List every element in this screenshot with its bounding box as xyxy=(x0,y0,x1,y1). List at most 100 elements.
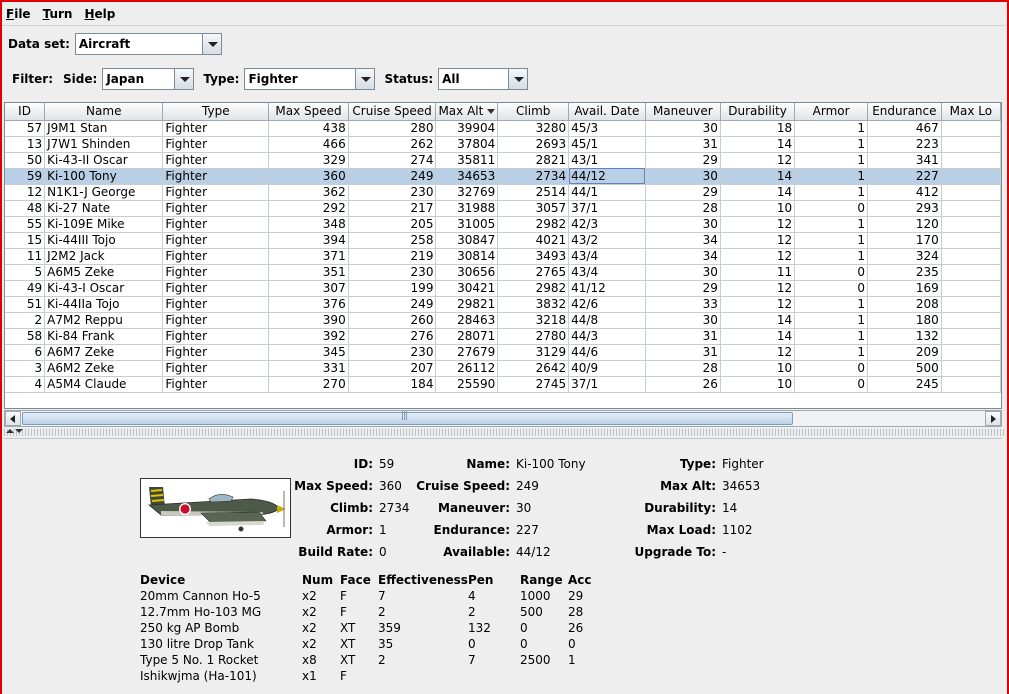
table-cell[interactable]: 3057 xyxy=(497,200,570,217)
table-cell[interactable] xyxy=(941,376,1001,393)
column-header-maneuver[interactable]: Maneuver xyxy=(645,103,721,121)
table-cell[interactable]: 30 xyxy=(645,120,721,137)
table-cell[interactable]: 29821 xyxy=(435,296,499,313)
table-cell[interactable]: 230 xyxy=(348,264,437,281)
table-cell[interactable]: 42/3 xyxy=(568,216,646,233)
table-cell[interactable]: 14 xyxy=(720,136,796,153)
table-cell[interactable]: 41/12 xyxy=(568,280,646,297)
column-header-type[interactable]: Type xyxy=(162,103,270,121)
table-cell[interactable]: 274 xyxy=(348,152,437,169)
table-cell[interactable]: 10 xyxy=(720,200,796,217)
table-cell[interactable]: 132 xyxy=(867,328,942,345)
table-cell[interactable]: Fighter xyxy=(162,344,270,361)
table-cell[interactable]: 249 xyxy=(348,296,437,313)
table-row[interactable]: 11 J2M2 Jack Fighter 371 219 30814 3493 43/4 34 1… xyxy=(5,248,1001,265)
table-cell[interactable] xyxy=(941,184,1001,201)
table-cell[interactable]: 1 xyxy=(794,328,869,345)
table-cell[interactable]: 1 xyxy=(794,120,869,137)
table-cell[interactable] xyxy=(941,232,1001,249)
table-cell[interactable]: 199 xyxy=(348,280,437,297)
table-cell[interactable] xyxy=(941,280,1001,297)
table-cell[interactable]: 44/3 xyxy=(568,328,646,345)
table-cell[interactable]: 209 xyxy=(867,344,942,361)
table-cell[interactable]: 34 xyxy=(645,232,721,249)
table-cell[interactable]: 169 xyxy=(867,280,942,297)
table-cell[interactable] xyxy=(941,296,1001,313)
table-cell[interactable]: 45/1 xyxy=(568,136,646,153)
table-cell[interactable]: Fighter xyxy=(162,200,270,217)
table-cell[interactable]: 390 xyxy=(268,312,349,329)
table-cell[interactable]: 30847 xyxy=(435,232,499,249)
scroll-right-icon[interactable] xyxy=(985,411,1001,426)
menu-help[interactable]: Help xyxy=(84,7,115,21)
status-combo[interactable]: All xyxy=(438,68,529,90)
table-cell[interactable]: Fighter xyxy=(162,232,270,249)
horizontal-scrollbar[interactable] xyxy=(4,410,1002,427)
split-divider[interactable] xyxy=(2,429,1005,436)
table-cell[interactable]: 467 xyxy=(867,120,942,137)
table-cell[interactable]: 26112 xyxy=(435,360,499,377)
table-cell[interactable]: 12 xyxy=(720,216,796,233)
table-cell[interactable]: 1 xyxy=(794,312,869,329)
table-cell[interactable]: 29 xyxy=(645,152,721,169)
table-cell[interactable]: 49 xyxy=(5,280,46,297)
table-cell[interactable]: 4 xyxy=(5,376,46,393)
table-row[interactable]: 58 Ki-84 Frank Fighter 392 276 28071 2780 44/3 3… xyxy=(5,328,1001,345)
table-cell[interactable]: Fighter xyxy=(162,280,270,297)
table-cell[interactable]: 33 xyxy=(645,296,721,313)
table-cell[interactable]: 249 xyxy=(348,168,437,185)
table-cell[interactable]: Fighter xyxy=(162,136,270,153)
table-cell[interactable]: 6 xyxy=(5,344,46,361)
table-cell[interactable]: 360 xyxy=(268,168,349,185)
table-row[interactable]: 5 A6M5 Zeke Fighter 351 230 30656 2765 43/4 30 11… xyxy=(5,264,1001,281)
table-cell[interactable]: 235 xyxy=(867,264,942,281)
table-cell[interactable]: 329 xyxy=(268,152,349,169)
table-cell[interactable]: 270 xyxy=(268,376,349,393)
expand-up-icon[interactable] xyxy=(6,429,14,433)
table-cell[interactable]: 10 xyxy=(720,360,796,377)
table-cell[interactable]: 2514 xyxy=(497,184,570,201)
column-header-max-speed[interactable]: Max Speed xyxy=(268,103,349,121)
table-cell[interactable] xyxy=(941,344,1001,361)
table-cell[interactable]: Fighter xyxy=(162,216,270,233)
table-cell[interactable]: 44/6 xyxy=(568,344,646,361)
table-cell[interactable]: 15 xyxy=(5,232,46,249)
table-cell[interactable]: 2982 xyxy=(497,280,570,297)
table-cell[interactable]: 30 xyxy=(645,312,721,329)
table-cell[interactable]: 31 xyxy=(645,136,721,153)
table-cell[interactable]: 28071 xyxy=(435,328,499,345)
menu-file[interactable]: File xyxy=(6,7,31,21)
table-cell[interactable]: 48 xyxy=(5,200,46,217)
table-cell[interactable]: Fighter xyxy=(162,168,270,185)
table-cell[interactable]: 31005 xyxy=(435,216,499,233)
table-cell[interactable]: 1 xyxy=(794,344,869,361)
table-cell[interactable] xyxy=(941,312,1001,329)
table-cell[interactable]: 44/8 xyxy=(568,312,646,329)
table-cell[interactable]: J2M2 Jack xyxy=(44,248,164,265)
table-cell[interactable]: 0 xyxy=(794,360,869,377)
table-cell[interactable]: 14 xyxy=(720,184,796,201)
table-cell[interactable] xyxy=(941,360,1001,377)
table-row[interactable]: 6 A6M7 Zeke Fighter 345 230 27679 3129 44/6 31 12… xyxy=(5,344,1001,361)
table-cell[interactable]: 3832 xyxy=(497,296,570,313)
table-cell[interactable]: 14 xyxy=(720,312,796,329)
table-row[interactable]: 49 Ki-43-I Oscar Fighter 307 199 30421 2982 41/… xyxy=(5,280,1001,297)
table-cell[interactable]: 262 xyxy=(348,136,437,153)
table-cell[interactable]: 50 xyxy=(5,152,46,169)
table-cell[interactable]: 31 xyxy=(645,344,721,361)
table-cell[interactable]: 43/4 xyxy=(568,264,646,281)
table-cell[interactable]: 207 xyxy=(348,360,437,377)
table-row[interactable]: 15 Ki-44III Tojo Fighter 394 258 30847 4021 43/… xyxy=(5,232,1001,249)
expand-down-icon[interactable] xyxy=(15,429,23,433)
table-cell[interactable]: 394 xyxy=(268,232,349,249)
table-cell[interactable]: 324 xyxy=(867,248,942,265)
table-row[interactable]: 55 Ki-109E Mike Fighter 348 205 31005 2982 42/3… xyxy=(5,216,1001,233)
table-cell[interactable] xyxy=(941,120,1001,137)
table-cell[interactable]: Ki-84 Frank xyxy=(44,328,164,345)
table-cell[interactable]: 293 xyxy=(867,200,942,217)
table-cell[interactable]: 1 xyxy=(794,152,869,169)
table-cell[interactable]: 11 xyxy=(720,264,796,281)
table-cell[interactable]: 31988 xyxy=(435,200,499,217)
table-cell[interactable] xyxy=(941,152,1001,169)
table-cell[interactable]: 28463 xyxy=(435,312,499,329)
